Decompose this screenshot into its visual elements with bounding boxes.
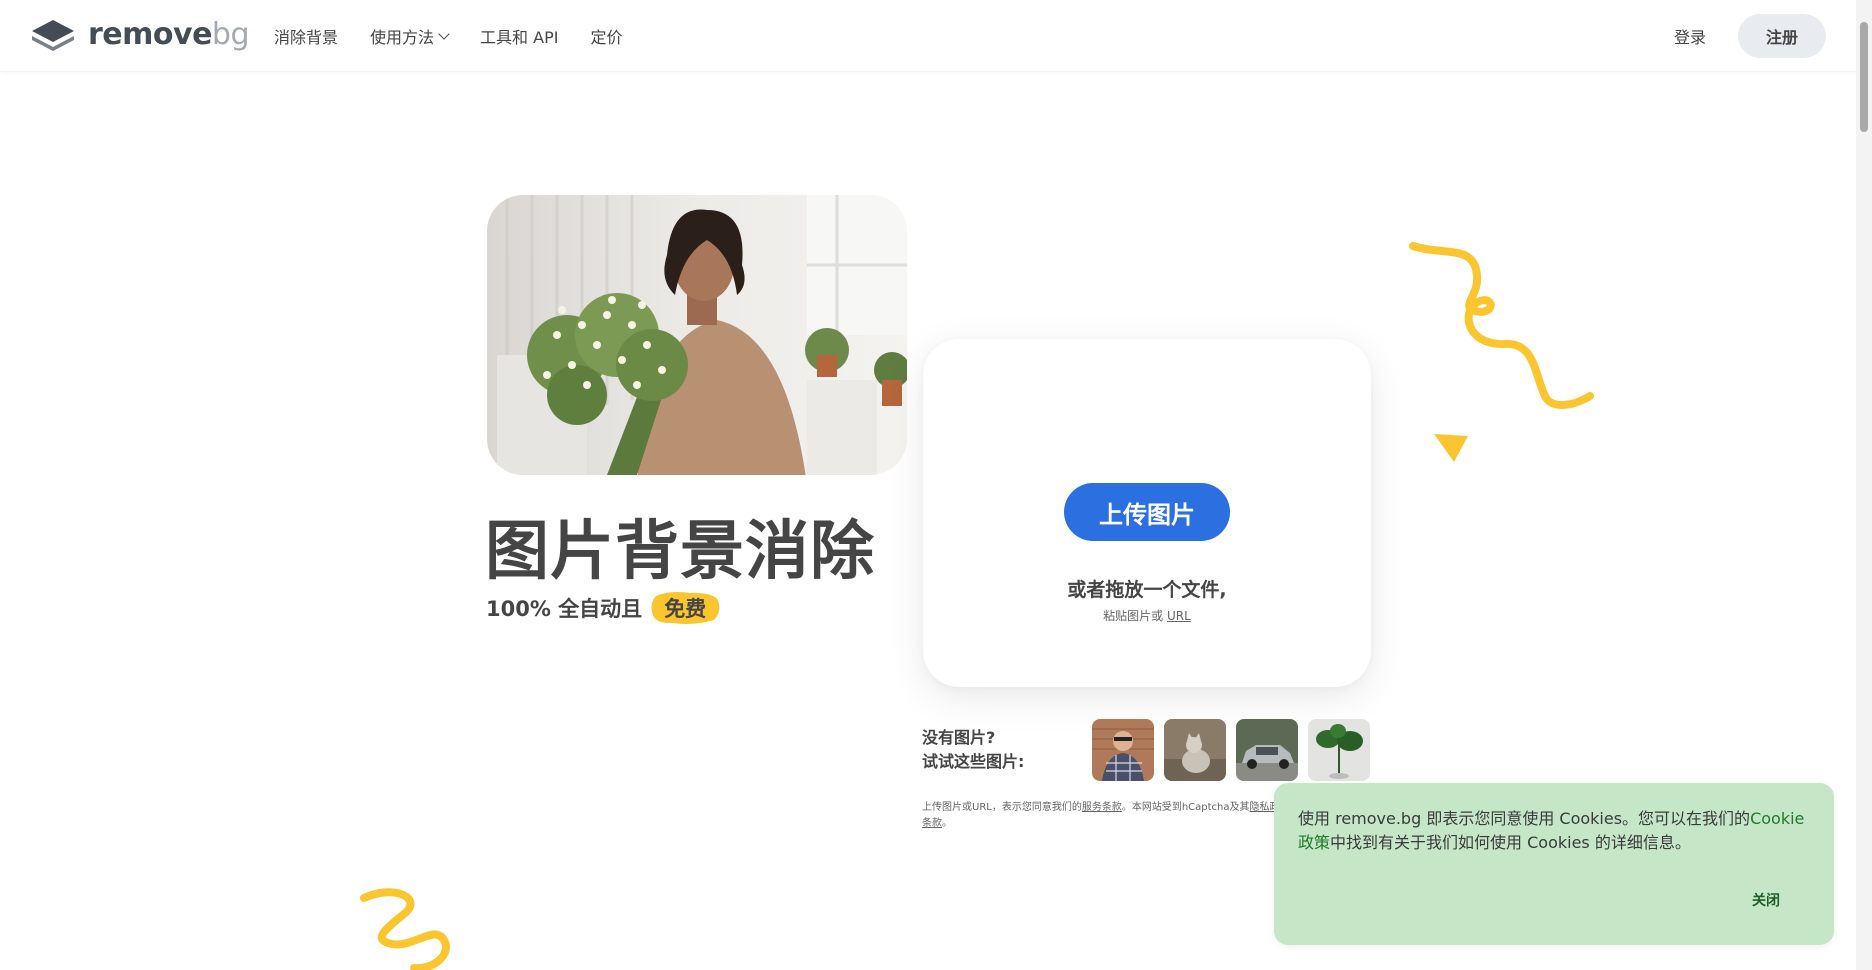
logo[interactable]: removebg (30, 17, 250, 52)
logo-text: removebg (88, 17, 250, 52)
cat-thumbnail-icon (1164, 719, 1226, 781)
free-badge: 免费 (650, 590, 720, 626)
nav-remove-background[interactable]: 消除背景 (274, 24, 338, 48)
triangle-decoration-icon (1434, 434, 1468, 462)
cookie-text-after: 中找到有关于我们如何使用 Cookies 的详细信息。 (1330, 833, 1691, 852)
hero-photo-illustration (487, 195, 907, 475)
logo-text-main: remove (88, 17, 212, 52)
sample-prompt: 没有图片? 试试这些图片: (922, 726, 1024, 774)
cookie-close-button[interactable]: 关闭 (1752, 890, 1780, 910)
nav-label: 消除背景 (274, 28, 339, 47)
logo-icon (32, 20, 74, 51)
logo-text-suffix: bg (211, 17, 250, 52)
paste-url-link[interactable]: URL (1167, 609, 1191, 623)
sample-plant-thumbnail[interactable] (1308, 719, 1370, 781)
curl-decoration-icon (360, 888, 450, 970)
nav-how-to-use[interactable]: 使用方法 (370, 24, 450, 48)
sample-thumbnails (1092, 719, 1380, 781)
terms-middle: 。本网站受到hCaptcha及其 (1121, 802, 1250, 813)
car-thumbnail-icon (1236, 719, 1298, 781)
upload-card[interactable]: 上传图片 或者拖放一个文件, 粘贴图片或 URL (923, 339, 1371, 687)
sample-prompt-line1: 没有图片? (922, 728, 996, 747)
person-thumbnail-icon (1092, 719, 1154, 781)
cookie-text-before: 使用 remove.bg 即表示您同意使用 Cookies。您可以在我们的 (1298, 809, 1751, 828)
main-nav: 消除背景 使用方法 工具和 API 定价 (274, 0, 654, 72)
terms-of-service-link[interactable]: 服务条款 (1082, 802, 1122, 813)
paste-prefix: 粘贴图片或 (1103, 609, 1164, 623)
nav-tools-api[interactable]: 工具和 API (480, 24, 558, 48)
nav-label: 使用方法 (370, 28, 435, 47)
login-link[interactable]: 登录 (1674, 24, 1706, 48)
site-header: removebg 消除背景 使用方法 工具和 API 定价 登录 注册 (0, 0, 1856, 72)
upload-image-button[interactable]: 上传图片 (1064, 483, 1230, 541)
cookie-message: 使用 remove.bg 即表示您同意使用 Cookies。您可以在我们的Coo… (1298, 807, 1818, 855)
nav-label: 工具和 API (480, 28, 559, 47)
squiggle-decoration-icon (1409, 242, 1594, 409)
scrollbar-thumb[interactable] (1860, 22, 1868, 132)
sample-cat-thumbnail[interactable] (1164, 719, 1226, 781)
terms-end: 。 (942, 818, 952, 829)
page-scrollbar[interactable] (1856, 0, 1872, 970)
signup-button[interactable]: 注册 (1738, 14, 1826, 58)
free-badge-label: 免费 (664, 597, 707, 621)
hero-subtitle-text: 100% 全自动且 (486, 597, 643, 621)
sample-car-thumbnail[interactable] (1236, 719, 1298, 781)
sample-person-thumbnail[interactable] (1092, 719, 1154, 781)
paste-hint: 粘贴图片或 URL (923, 607, 1371, 624)
drop-file-text: 或者拖放一个文件, (1067, 579, 1227, 601)
terms-suffix-link[interactable]: 条款 (922, 818, 942, 829)
nav-pricing[interactable]: 定价 (590, 24, 622, 48)
hero-title: 图片背景消除 (485, 515, 875, 589)
plant-thumbnail-icon (1308, 719, 1370, 781)
nav-label: 定价 (590, 28, 623, 47)
chevron-down-icon (438, 27, 450, 40)
terms-prefix: 上传图片或URL，表示您同意我们的 (922, 802, 1082, 813)
sample-prompt-line2: 试试这些图片: (922, 752, 1025, 771)
cookie-banner: 使用 remove.bg 即表示您同意使用 Cookies。您可以在我们的Coo… (1274, 783, 1834, 945)
hero-image (487, 195, 907, 475)
hero-subtitle: 100% 全自动且 免费 (486, 590, 720, 626)
